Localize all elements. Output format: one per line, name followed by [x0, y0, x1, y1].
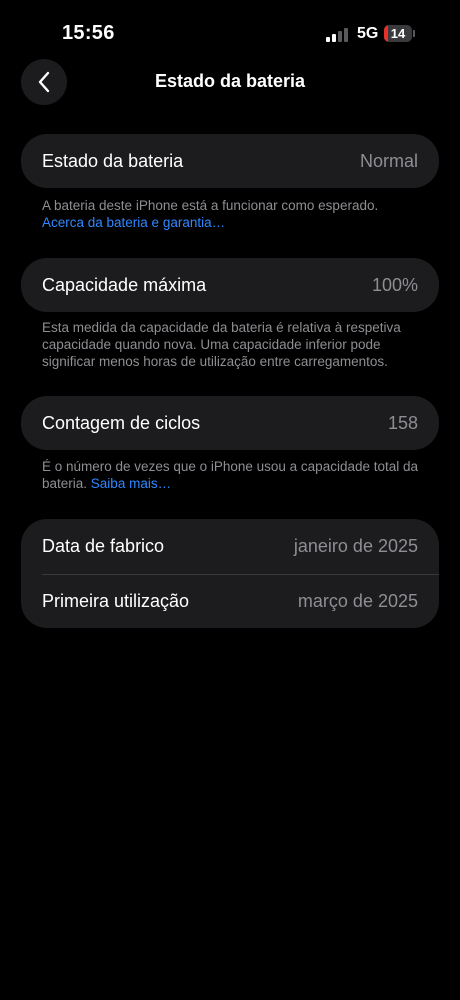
manufacture-date-value: janeiro de 2025: [293, 536, 418, 556]
learn-more-link[interactable]: Saiba mais…: [91, 476, 171, 491]
battery-health-description: A bateria deste iPhone está a funcionar …: [42, 198, 379, 213]
status-time: 15:56: [62, 22, 115, 44]
max-capacity-value: 100%: [371, 274, 418, 295]
first-use-row: Primeira utilização março de 2025: [21, 574, 439, 628]
max-capacity-label: Capacidade máxima: [42, 274, 207, 295]
cycle-count-card: Contagem de ciclos 158: [21, 396, 439, 450]
cycle-count-value: 158: [387, 412, 418, 433]
battery-health-footnote: A bateria deste iPhone está a funcionar …: [42, 197, 422, 231]
first-use-value: março de 2025: [297, 590, 418, 611]
first-use-label: Primeira utilização: [42, 590, 190, 611]
max-capacity-row: Capacidade máxima 100%: [21, 258, 439, 312]
network-type: 5G: [357, 25, 379, 42]
dates-card: Data de fabrico janeiro de 2025 Primeira…: [21, 519, 439, 628]
battery-icon: 14: [384, 25, 412, 42]
battery-health-row: Estado da bateria Normal: [21, 134, 439, 188]
cycle-count-label: Contagem de ciclos: [42, 412, 201, 433]
cellular-signal-icon: [326, 28, 350, 42]
cycle-count-footnote: É o número de vezes que o iPhone usou a …: [42, 458, 422, 492]
battery-health-label: Estado da bateria: [42, 150, 184, 171]
battery-health-card: Estado da bateria Normal: [21, 134, 439, 188]
page-title: Estado da bateria: [154, 71, 306, 91]
max-capacity-footnote: Esta medida da capacidade da bateria é r…: [42, 320, 401, 369]
max-capacity-card: Capacidade máxima 100%: [21, 258, 439, 312]
battery-level: 14: [390, 26, 406, 41]
manufacture-date-label: Data de fabrico: [42, 536, 165, 556]
battery-health-value: Normal: [359, 150, 418, 171]
battery-cap: [413, 30, 415, 37]
cycle-count-row: Contagem de ciclos 158: [21, 396, 439, 450]
status-bar: 15:56 5G 14: [0, 0, 460, 60]
manufacture-date-row: Data de fabrico janeiro de 2025: [21, 519, 439, 574]
battery-warranty-link[interactable]: Acerca da bateria e garantia…: [42, 214, 422, 231]
